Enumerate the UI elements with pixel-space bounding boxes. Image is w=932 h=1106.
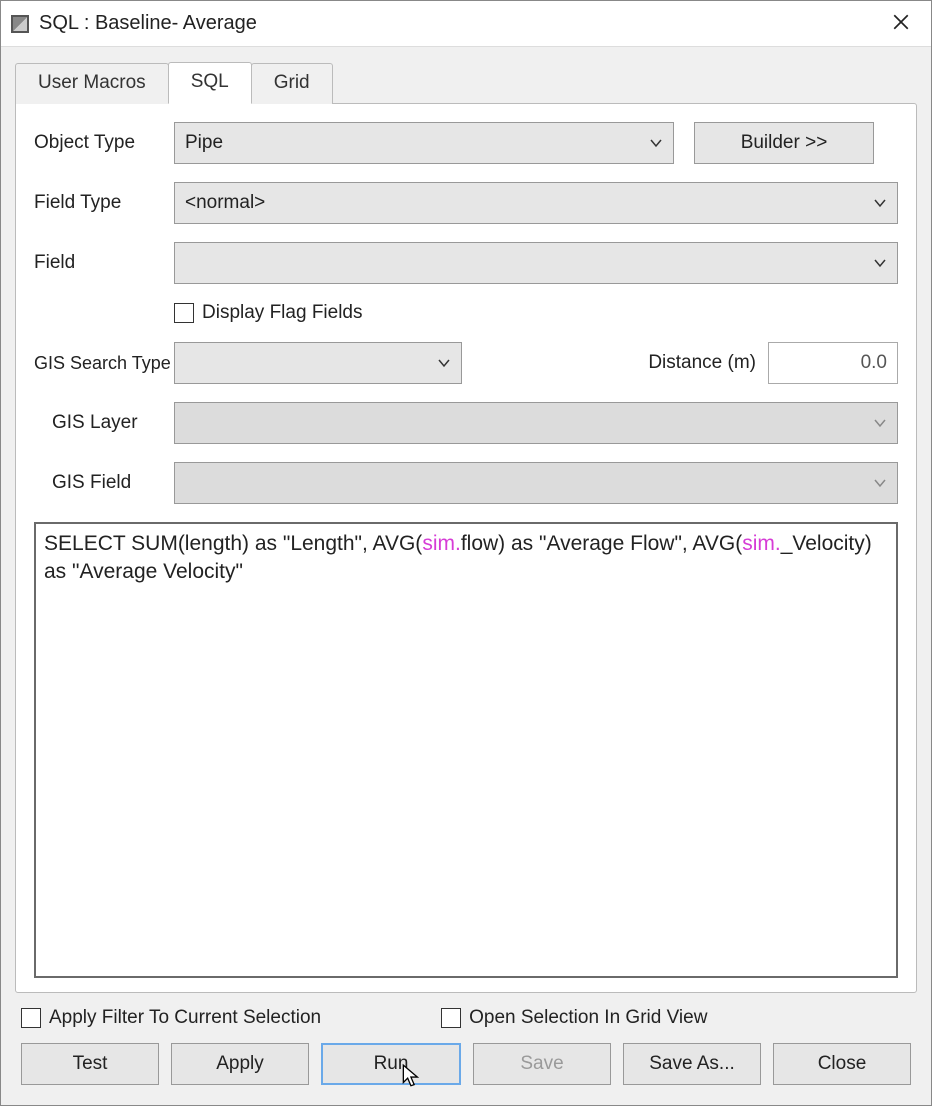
dropdown-value: Pipe	[185, 132, 641, 154]
row-gis-search-type: GIS Search Type Distance (m)	[34, 342, 898, 384]
window-close-button[interactable]	[881, 11, 921, 37]
checkbox-display-flag-fields[interactable]: Display Flag Fields	[174, 302, 363, 324]
row-display-flag: Display Flag Fields	[34, 302, 898, 324]
label-gis-field: GIS Field	[34, 472, 174, 494]
chevron-down-icon	[873, 252, 887, 274]
dropdown-field-type[interactable]: <normal>	[174, 182, 898, 224]
dropdown-gis-field[interactable]	[174, 462, 898, 504]
tab-user-macros[interactable]: User Macros	[15, 63, 169, 104]
label-distance: Distance (m)	[648, 352, 756, 374]
sql-keyword-sim: sim.	[742, 532, 781, 555]
input-distance[interactable]	[768, 342, 898, 384]
row-gis-field: GIS Field	[34, 462, 898, 504]
dropdown-gis-search-type[interactable]	[174, 342, 462, 384]
row-object-type: Object Type Pipe Builder >>	[34, 122, 898, 164]
checkbox-open-selection-grid[interactable]: Open Selection In Grid View	[441, 1007, 707, 1029]
dropdown-value: <normal>	[185, 192, 865, 214]
close-icon	[892, 13, 910, 31]
apply-button[interactable]: Apply	[171, 1043, 309, 1085]
label-gis-layer: GIS Layer	[34, 412, 174, 434]
client-area: User Macros SQL Grid Object Type Pipe Bu…	[1, 47, 931, 1105]
tab-grid[interactable]: Grid	[251, 63, 333, 104]
tab-sql[interactable]: SQL	[168, 62, 252, 104]
lower-checkbox-row: Apply Filter To Current Selection Open S…	[15, 993, 917, 1043]
checkbox-label: Apply Filter To Current Selection	[49, 1007, 321, 1029]
label-field-type: Field Type	[34, 192, 174, 214]
builder-button[interactable]: Builder >>	[694, 122, 874, 164]
tab-strip: User Macros SQL Grid	[15, 61, 917, 103]
run-button[interactable]: Run	[321, 1043, 461, 1085]
chevron-down-icon	[437, 352, 451, 374]
row-field: Field	[34, 242, 898, 284]
tab-label: User Macros	[38, 72, 146, 93]
test-button[interactable]: Test	[21, 1043, 159, 1085]
checkbox-box-icon	[441, 1008, 461, 1028]
label-gis-search-type: GIS Search Type	[34, 353, 174, 374]
app-icon	[11, 15, 29, 33]
button-label: Test	[73, 1053, 108, 1075]
label-object-type: Object Type	[34, 132, 174, 154]
dropdown-gis-layer[interactable]	[174, 402, 898, 444]
save-as-button[interactable]: Save As...	[623, 1043, 761, 1085]
chevron-down-icon	[873, 192, 887, 214]
tab-panel-sql: Object Type Pipe Builder >> Field Type <…	[15, 103, 917, 993]
label-field: Field	[34, 252, 174, 274]
checkbox-label: Open Selection In Grid View	[469, 1007, 707, 1029]
checkbox-box-icon	[21, 1008, 41, 1028]
sql-text: SELECT SUM(length) as "Length", AVG(	[44, 532, 422, 555]
chevron-down-icon	[873, 472, 887, 494]
button-label: Save As...	[649, 1053, 735, 1075]
button-label: Close	[818, 1053, 867, 1075]
checkbox-label: Display Flag Fields	[202, 302, 363, 324]
button-label: Apply	[216, 1053, 264, 1075]
dialog-button-row: Test Apply Run Save Save As... Close	[15, 1043, 917, 1095]
titlebar: SQL : Baseline- Average	[1, 1, 931, 47]
button-label: Run	[374, 1053, 409, 1075]
chevron-down-icon	[873, 412, 887, 434]
button-label: Save	[520, 1053, 563, 1075]
save-button[interactable]: Save	[473, 1043, 611, 1085]
checkbox-box-icon	[174, 303, 194, 323]
row-gis-layer: GIS Layer	[34, 402, 898, 444]
button-label: Builder >>	[741, 132, 828, 154]
tab-label: SQL	[191, 71, 229, 92]
dropdown-field[interactable]	[174, 242, 898, 284]
sql-text: flow) as "Average Flow", AVG(	[461, 532, 742, 555]
row-field-type: Field Type <normal>	[34, 182, 898, 224]
chevron-down-icon	[649, 132, 663, 154]
window-title: SQL : Baseline- Average	[39, 12, 881, 35]
dropdown-object-type[interactable]: Pipe	[174, 122, 674, 164]
sql-dialog-window: SQL : Baseline- Average User Macros SQL …	[0, 0, 932, 1106]
checkbox-apply-filter[interactable]: Apply Filter To Current Selection	[21, 1007, 321, 1029]
tab-label: Grid	[274, 72, 310, 93]
sql-text-editor[interactable]: SELECT SUM(length) as "Length", AVG(sim.…	[34, 522, 898, 978]
close-button[interactable]: Close	[773, 1043, 911, 1085]
sql-keyword-sim: sim.	[422, 532, 461, 555]
